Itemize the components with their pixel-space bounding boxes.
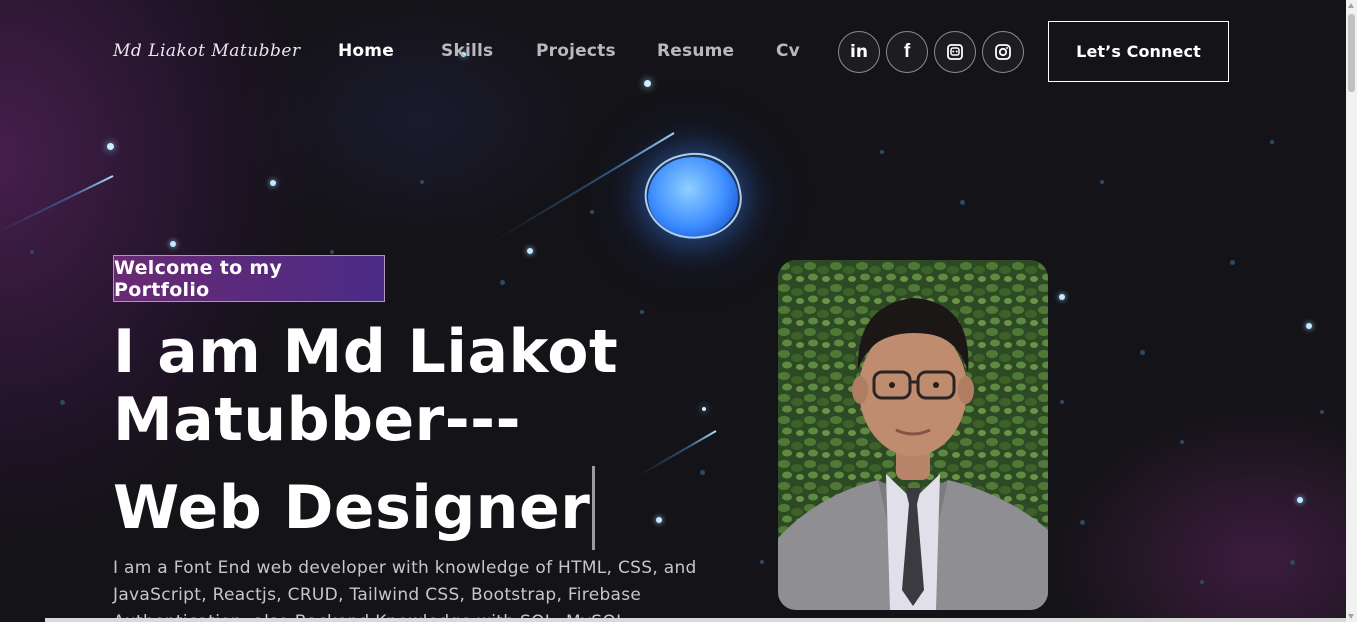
star: [527, 248, 533, 254]
faint-star: [1270, 140, 1274, 144]
faint-star: [880, 150, 884, 154]
instagram-button[interactable]: [982, 31, 1024, 73]
hero-title: I am Md Liakot Matubber---: [113, 318, 733, 454]
nav-link-resume[interactable]: Resume: [657, 41, 734, 61]
star: [656, 517, 662, 523]
instagram-icon: [994, 43, 1012, 61]
horizontal-scrollbar[interactable]: [45, 618, 1346, 622]
rotating-role-text: Web Designer: [113, 473, 591, 543]
nav-link-home[interactable]: Home: [338, 41, 394, 61]
hero-title-line-1: I am Md Liakot: [113, 317, 619, 387]
faint-star: [1230, 260, 1235, 265]
faint-star: [590, 210, 594, 214]
vertical-scrollbar[interactable]: [1346, 0, 1357, 622]
hero-description: I am a Font End web developer with knowl…: [113, 558, 697, 622]
star: [1059, 294, 1065, 300]
star: [170, 241, 176, 247]
shooting-star: [0, 175, 114, 234]
facebook-icon: f: [903, 41, 911, 62]
faint-star: [700, 470, 705, 475]
hero-title-line-2: Matubber---: [113, 385, 521, 455]
faint-star: [30, 250, 34, 254]
lets-connect-button[interactable]: Let’s Connect: [1048, 21, 1229, 82]
nav-link-cv[interactable]: Cv: [776, 41, 800, 61]
faint-star: [420, 180, 424, 184]
discord-button[interactable]: [934, 31, 976, 73]
faint-star: [500, 280, 505, 285]
star: [1306, 323, 1312, 329]
faint-star: [960, 200, 965, 205]
faint-star: [760, 560, 764, 564]
tagline-badge: Welcome to my Portfolio: [113, 255, 385, 302]
faint-star: [1290, 560, 1295, 565]
scroll-down-arrow-icon[interactable]: [1348, 614, 1354, 619]
faint-star: [1180, 440, 1184, 444]
shooting-star-head: [107, 143, 114, 150]
faint-star: [640, 310, 644, 314]
faint-star: [60, 400, 65, 405]
scroll-thumb[interactable]: [1348, 14, 1355, 92]
navbar: Md Liakot Matubber Home Skills Projects …: [0, 0, 1346, 104]
faint-star: [1140, 350, 1145, 355]
faint-star: [1200, 580, 1204, 584]
typing-caret: [592, 466, 596, 550]
site-logo[interactable]: Md Liakot Matubber: [113, 41, 301, 61]
nav-link-skills[interactable]: Skills: [441, 41, 493, 61]
discord-icon: [946, 43, 964, 61]
linkedin-icon: in: [850, 42, 868, 62]
star: [1297, 497, 1303, 503]
faint-star: [1100, 180, 1104, 184]
profile-photo: [778, 260, 1048, 610]
nav-link-projects[interactable]: Projects: [536, 41, 616, 61]
faint-star: [1060, 400, 1064, 404]
rotating-role: Web Designer: [113, 466, 596, 550]
faint-star: [1320, 410, 1324, 414]
scroll-up-arrow-icon[interactable]: [1348, 3, 1354, 8]
linkedin-button[interactable]: in: [838, 31, 880, 73]
star: [270, 180, 276, 186]
facebook-button[interactable]: f: [886, 31, 928, 73]
profile-photo-illustration: [778, 260, 1048, 610]
faint-star: [1080, 520, 1085, 525]
faint-star: [330, 250, 334, 254]
